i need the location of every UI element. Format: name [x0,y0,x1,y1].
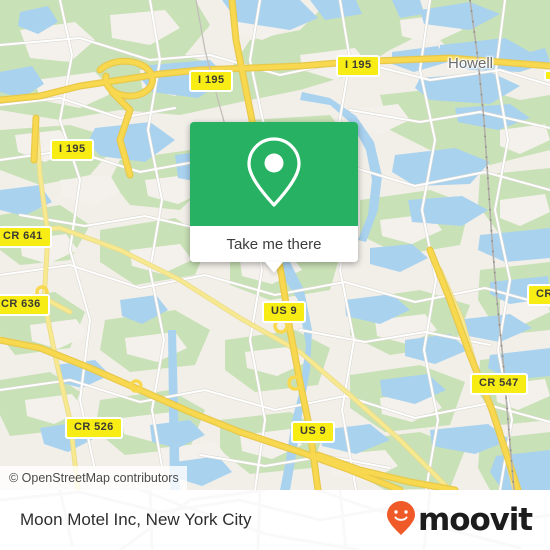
road-shield-us9-a: US 9 [262,301,307,323]
road-shield-cr547: CR 547 [470,373,528,395]
map-canvas[interactable]: Howell I 195 I 195 I 195 CR 641 CR 636 U… [0,0,550,490]
road-shield-cr-clipped: CR [527,284,550,306]
popup-pointer-tail [265,262,283,273]
footer-bar: Moon Motel Inc, New York City moovit [0,490,550,550]
road-shield-cr641: CR 641 [0,226,52,248]
osm-attribution[interactable]: © OpenStreetMap contributors [0,466,187,490]
road-shield-cr636: CR 636 [0,294,50,316]
road-shield-i195-c: I 195 [50,139,95,161]
moovit-smiley-pin-icon [386,500,416,541]
page-title: Moon Motel Inc, New York City [20,510,252,529]
take-me-there-button[interactable]: Take me there [190,226,358,262]
road-shield-i195-a: I 195 [189,70,234,92]
moovit-wordmark: moovit [418,501,533,538]
road-shield-cr526: CR 526 [65,417,123,439]
place-label-howell: Howell [448,55,494,72]
moovit-logo[interactable]: moovit [386,490,533,550]
road-shield-clipped-topright [544,70,550,81]
popup-image-area [190,122,358,226]
map-page: Howell I 195 I 195 I 195 CR 641 CR 636 U… [0,0,550,550]
location-popup-card[interactable]: Take me there [190,122,358,273]
road-shield-i195-b: I 195 [336,55,381,77]
map-pin-icon [245,136,303,213]
road-shield-us9-b: US 9 [291,421,336,443]
